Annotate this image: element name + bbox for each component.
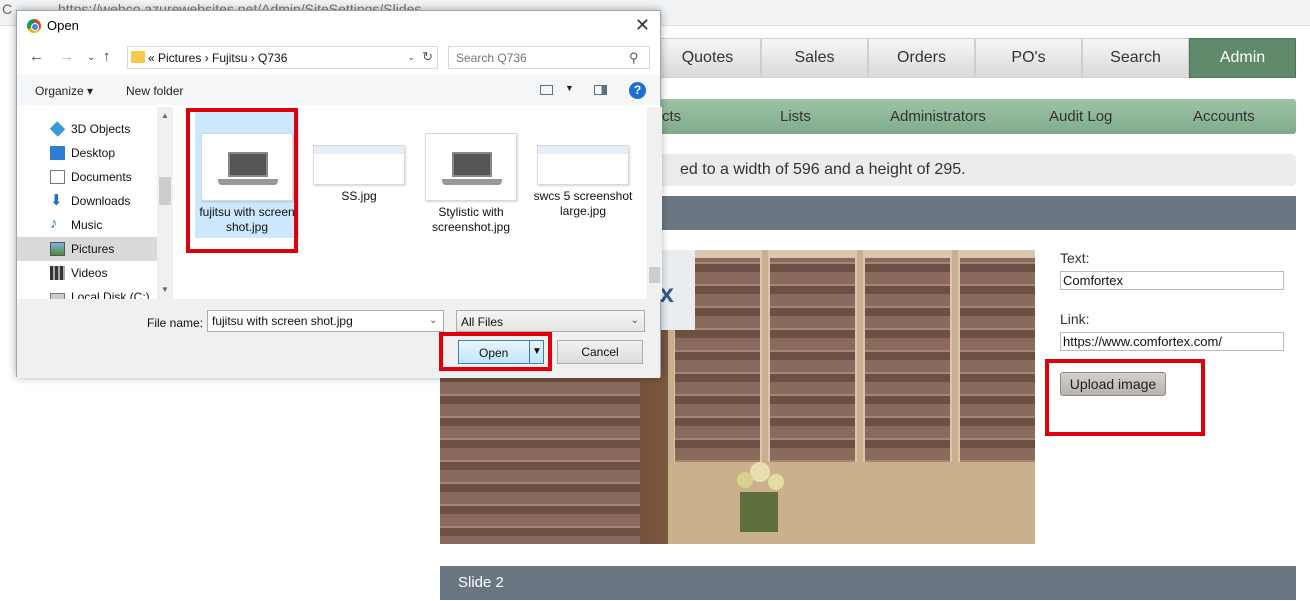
tab-sales[interactable]: Sales	[761, 38, 868, 78]
nav-scroll-thumb[interactable]	[159, 177, 171, 205]
top-nav: Quotes Sales Orders PO's Search Admin	[654, 38, 1296, 78]
nav-item-3d-objects[interactable]: 3D Objects	[17, 117, 157, 141]
search-input[interactable]	[448, 46, 650, 69]
open-file-dialog: Open ✕ ← → ⌄ ↑ « Pictures › Fujitsu › Q7…	[16, 10, 662, 378]
tab-quotes[interactable]: Quotes	[654, 38, 761, 78]
search-icon[interactable]: ⚲	[629, 50, 639, 66]
laptop-icon	[442, 152, 502, 185]
preview-pane-icon[interactable]	[594, 85, 607, 95]
document-icon	[50, 170, 65, 184]
dialog-titlebar[interactable]: Open ✕	[17, 11, 660, 41]
slide-2-header: Slide 2	[440, 566, 1296, 600]
nav-scrollbar[interactable]: ▲ ▼	[157, 107, 173, 299]
image-thumbnail	[425, 133, 517, 201]
image-size-notice: ed to a width of 596 and a height of 295…	[640, 154, 1296, 186]
organize-button[interactable]: Organize ▾	[35, 84, 93, 98]
tab-search[interactable]: Search	[1082, 38, 1189, 78]
up-icon[interactable]: ↑	[103, 48, 111, 65]
chevron-down-icon[interactable]: ⌄	[407, 52, 415, 63]
link-label: Link:	[1060, 311, 1090, 327]
file-scroll-thumb[interactable]	[649, 267, 660, 283]
subnav-item-administrators[interactable]: Administrators	[890, 108, 986, 125]
nav-item-local-disk[interactable]: Local Disk (C:)	[17, 285, 157, 299]
cube-icon	[49, 121, 66, 137]
dialog-title: Open	[47, 18, 79, 33]
highlight-upload	[1045, 359, 1205, 436]
tab-admin[interactable]: Admin	[1189, 38, 1296, 78]
cancel-button[interactable]: Cancel	[557, 340, 643, 364]
chevron-down-icon: ⌄	[630, 315, 639, 326]
path-bar[interactable]: « Pictures › Fujitsu › Q736 ⌄ ↻	[127, 46, 438, 69]
view-dropdown-icon[interactable]: ▼	[565, 83, 574, 93]
desktop-icon	[50, 146, 65, 160]
dialog-nav-row: ← → ⌄ ↑ « Pictures › Fujitsu › Q736 ⌄ ↻ …	[17, 45, 660, 71]
filename-input[interactable]	[207, 310, 444, 332]
file-scrollbar[interactable]	[647, 107, 662, 299]
film-icon	[50, 266, 65, 280]
scroll-down-icon[interactable]: ▼	[161, 285, 169, 294]
nav-item-downloads[interactable]: ⬇ Downloads	[17, 189, 157, 213]
download-arrow-icon: ⬇	[50, 192, 63, 209]
scroll-up-icon[interactable]: ▲	[161, 111, 169, 120]
text-input[interactable]	[1060, 271, 1284, 290]
image-thumbnail	[537, 145, 629, 185]
chrome-icon	[27, 19, 41, 33]
file-item[interactable]: SS.jpg	[307, 111, 411, 207]
filename-label: File name:	[147, 316, 204, 330]
tab-orders[interactable]: Orders	[868, 38, 975, 78]
highlight-selected-file	[186, 108, 298, 253]
close-icon[interactable]: ✕	[635, 15, 650, 36]
forward-icon[interactable]: →	[59, 48, 74, 65]
folder-icon	[131, 51, 145, 63]
nav-item-pictures[interactable]: Pictures	[17, 237, 157, 261]
nav-item-music[interactable]: ♪ Music	[17, 213, 157, 237]
help-icon[interactable]: ?	[629, 82, 646, 99]
tab-pos[interactable]: PO's	[975, 38, 1082, 78]
sub-nav: cts Lists Administrators Audit Log Accou…	[640, 99, 1296, 134]
text-label: Text:	[1060, 250, 1090, 266]
link-input[interactable]	[1060, 332, 1284, 351]
file-item[interactable]: Stylistic with screenshot.jpg	[419, 111, 523, 238]
subnav-item-audit-log[interactable]: Audit Log	[1049, 108, 1112, 125]
dialog-bottom: File name: ⌄ All Files ⌄ Open ▼ Cancel	[17, 299, 660, 378]
refresh-icon[interactable]: ↻	[422, 49, 433, 65]
file-item[interactable]: swcs 5 screenshot large.jpg	[531, 111, 635, 222]
pictures-icon	[50, 242, 65, 256]
music-note-icon: ♪	[50, 215, 58, 232]
image-thumbnail	[313, 145, 405, 185]
chevron-down-icon[interactable]: ⌄	[429, 315, 437, 326]
nav-item-videos[interactable]: Videos	[17, 261, 157, 285]
command-bar: Organize ▾ New folder ▼ ?	[17, 75, 660, 105]
reload-icon[interactable]: C	[2, 1, 12, 17]
navigation-pane: 3D Objects Desktop Documents ⬇ Downloads …	[17, 107, 173, 299]
view-options-icon[interactable]	[540, 85, 553, 95]
subnav-item-lists[interactable]: Lists	[780, 108, 811, 125]
highlight-open-button	[439, 332, 552, 371]
nav-item-documents[interactable]: Documents	[17, 165, 157, 189]
file-type-select[interactable]: All Files ⌄	[456, 310, 645, 332]
nav-item-desktop[interactable]: Desktop	[17, 141, 157, 165]
new-folder-button[interactable]: New folder	[126, 84, 183, 98]
breadcrumb[interactable]: « Pictures › Fujitsu › Q736	[148, 51, 287, 65]
back-icon[interactable]: ←	[29, 48, 44, 65]
subnav-item-accounts[interactable]: Accounts	[1193, 108, 1255, 125]
subnav-item-products[interactable]: cts	[662, 108, 681, 125]
recent-dropdown-icon[interactable]: ⌄	[87, 52, 95, 63]
